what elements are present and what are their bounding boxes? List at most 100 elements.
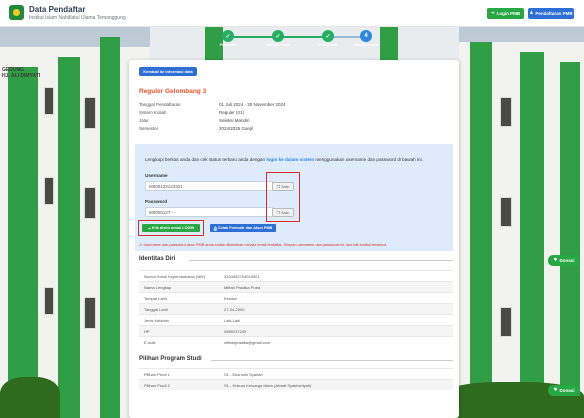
- highlight-box: [138, 220, 204, 236]
- step-label: Pilih Jalur: [219, 43, 237, 47]
- print-form-label: Cetak Formulir dan Akun PMB: [217, 226, 273, 230]
- heart-icon: ♥: [553, 258, 558, 263]
- window: [44, 87, 54, 115]
- table-row: Nama Lengkap Miftah Pradika Putra: [139, 281, 453, 292]
- section-title-prodi: Pilihan Program Studi: [139, 356, 202, 362]
- step-done-check-icon: ✓: [322, 30, 334, 42]
- table-row: Pilihan Prodi 2 S1 - Hukum Keluarga Islam…: [139, 379, 453, 390]
- step-connector: [230, 36, 274, 38]
- row-value: Laki-Laki: [224, 318, 241, 323]
- print-icon: ⎙: [213, 225, 217, 231]
- username-field[interactable]: I8000123123321: [145, 181, 273, 191]
- row-value: 0889237249: [224, 329, 247, 334]
- donation-label: Donasi: [559, 388, 575, 393]
- table-row: Tanggal Lahir 27-04-2000: [139, 303, 453, 314]
- info-label: Jalur: [139, 118, 149, 123]
- window: [84, 297, 96, 329]
- info-label: Tanggal Pendaftaran: [139, 102, 181, 107]
- pendaftaran-pmb-label: Pendaftaran PMB: [535, 11, 573, 16]
- row-key: Tanggal Lahir: [144, 307, 169, 312]
- wave-title: Reguler Gelombang 3: [139, 88, 207, 95]
- print-form-button[interactable]: ⎙ Cetak Formulir dan Akun PMB: [210, 224, 276, 232]
- login-system-link[interactable]: login ke dalam sistem: [266, 157, 314, 162]
- user-plus-icon: ♟: [529, 11, 534, 16]
- institution-logo: [9, 5, 24, 20]
- row-value: Kendal: [224, 296, 237, 301]
- step-connector: [330, 36, 360, 38]
- warning-icon: ⚠: [139, 242, 143, 247]
- row-value: S1 - Ekonomi Syariah: [224, 372, 263, 377]
- login-pmb-button[interactable]: ➜ Login PMB: [487, 8, 524, 19]
- table-row: Jenis Kelamin Laki-Laki: [139, 314, 453, 325]
- window: [500, 97, 512, 127]
- row-key: Jenis Kelamin: [144, 318, 169, 323]
- window: [84, 187, 96, 219]
- donation-button[interactable]: ♥ Donasi: [548, 385, 580, 396]
- row-value: Miftah Pradika Putra: [224, 285, 261, 290]
- table-row: HP 0889237249: [139, 325, 453, 336]
- row-key: Tempat Lahir: [144, 296, 168, 301]
- login-instruction: Lengkapi berkas anda dan cek status terb…: [145, 157, 423, 162]
- username-label: Username: [145, 173, 168, 178]
- row-key: Pilihan Prodi 2: [144, 383, 170, 388]
- green-stripe: [520, 52, 544, 418]
- row-key: E-mail: [144, 340, 156, 345]
- heart-icon: ♥: [553, 388, 558, 393]
- info-label: Semester: [139, 126, 159, 131]
- top-header: Data Pendaftar Institut Islam Nahdlatul …: [0, 0, 584, 27]
- highlight-box: [266, 172, 300, 222]
- row-key: Pilihan Prodi 1: [144, 372, 170, 377]
- login-pmb-label: Login PMB: [496, 11, 521, 16]
- row-value: 3324052704010001: [224, 274, 260, 279]
- table-row: Pilihan Prodi 1 S1 - Ekonomi Syariah: [139, 368, 453, 379]
- step-label: Dapatkan Akun: [353, 43, 379, 47]
- row-value: S1 - Hukum Keluarga Islam (Ahwal Syakhsh…: [224, 383, 312, 388]
- table-row: Tempat Lahir Kendal: [139, 292, 453, 303]
- pendaftaran-pmb-button[interactable]: ♟ Pendaftaran PMB: [528, 8, 574, 19]
- row-value: miftahpradika@gmail.com: [224, 340, 271, 345]
- green-stripe: [100, 37, 120, 418]
- window: [500, 197, 512, 227]
- instruction-text: Lengkapi berkas anda dan cek status terb…: [145, 157, 266, 162]
- section-title-identitas: Identitas Diri: [139, 256, 176, 262]
- password-field[interactable]: I8000012T····: [145, 207, 273, 217]
- green-stripe: [8, 67, 38, 418]
- warning-text: Username dan password akun PMB anda suda…: [143, 243, 387, 247]
- green-stripe: [470, 42, 492, 418]
- step-current-indicator: 4: [360, 30, 372, 42]
- donation-label: Donasi: [559, 258, 575, 263]
- registration-result-card: Kembali ke informasi data Reguler Gelomb…: [129, 60, 459, 418]
- info-label: Sistem Kuliah: [139, 110, 167, 115]
- password-label: Password: [145, 199, 168, 204]
- app-subtitle: Institut Islam Nahdlatul Ulama Temanggun…: [29, 15, 126, 21]
- window: [84, 97, 96, 129]
- green-stripe: [58, 57, 80, 418]
- step-label: Informasi data: [266, 43, 290, 47]
- info-value: 01 Juli 2024 - 30 November 2024: [219, 102, 286, 107]
- donation-button[interactable]: ♥ Donasi: [548, 255, 580, 266]
- login-icon: ➜: [490, 11, 495, 16]
- step-done-check-icon: ✓: [222, 30, 234, 42]
- building-sign: GEDUNG HJ. ALI DIMYATI: [2, 67, 40, 79]
- table-row: E-mail miftahpradika@gmail.com: [139, 336, 453, 347]
- step-connector: [280, 36, 324, 38]
- info-value: 2024/2025 Ganjil: [219, 126, 254, 131]
- row-key: HP: [144, 329, 150, 334]
- credentials-warning: ⚠ Username dan password akun PMB anda su…: [139, 242, 387, 247]
- table-row: Nomor Induk Kependudukan (NIK) 3324052704…: [139, 270, 453, 281]
- registration-stepper: ✓ ✓ ✓ 4 Pilih Jalur Informasi data Isi F…: [190, 25, 390, 49]
- back-to-info-button[interactable]: Kembali ke informasi data: [139, 67, 197, 76]
- window: [44, 287, 54, 315]
- building-sign-line: HJ. ALI DIMYATI: [2, 73, 41, 79]
- section-divider: [211, 360, 453, 361]
- row-key: Nama Lengkap: [144, 285, 172, 290]
- app-title: Data Pendaftar: [29, 5, 86, 14]
- green-stripe: [560, 62, 580, 418]
- step-label: Isi Formulir: [318, 43, 338, 47]
- row-key: Nomor Induk Kependudukan (NIK): [144, 274, 206, 279]
- instruction-text: menggunakan username dan password di baw…: [315, 157, 423, 162]
- window: [44, 177, 54, 205]
- step-done-check-icon: ✓: [272, 30, 284, 42]
- window: [500, 307, 512, 337]
- tree: [0, 377, 60, 418]
